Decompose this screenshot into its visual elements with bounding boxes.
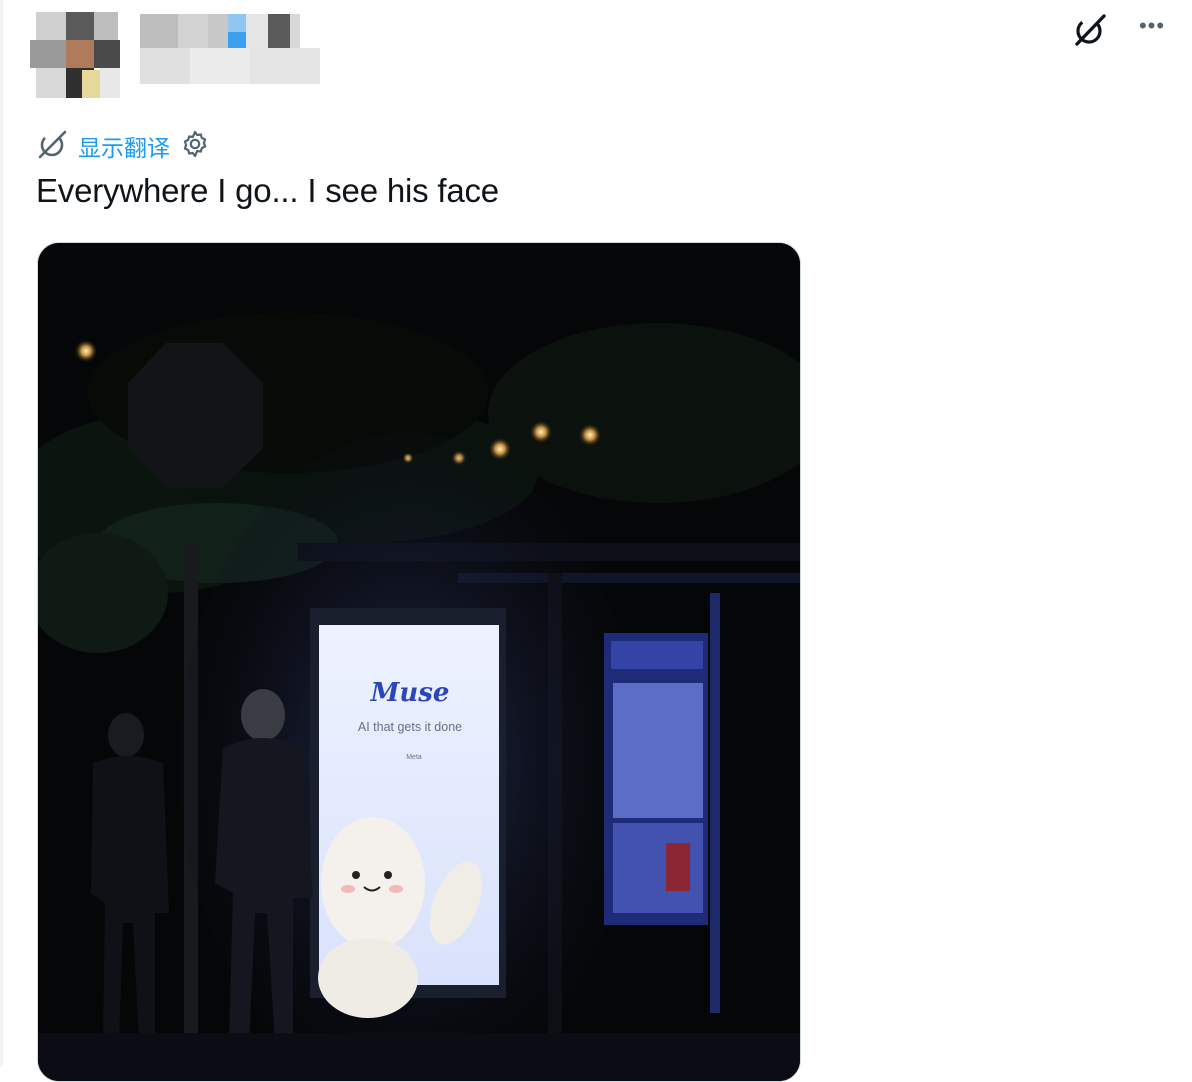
tweet-photo[interactable]: Muse AI that gets it done Meta (37, 242, 801, 1082)
ad-sponsor: Meta (406, 754, 422, 761)
ad-brand: Muse (370, 678, 450, 708)
tweet-header: ••• (0, 0, 1192, 110)
tweet-text: Everywhere I go... I see his face (36, 172, 499, 209)
show-translation-link[interactable]: 显示翻译 (78, 129, 170, 163)
ad-tagline: AI that gets it done (358, 720, 462, 734)
translate-icon (36, 128, 68, 165)
translate-row: 显示翻译 (36, 128, 210, 164)
more-icon[interactable]: ••• (1132, 10, 1172, 50)
settings-gear-icon[interactable] (180, 129, 210, 164)
avatar[interactable] (30, 8, 122, 108)
grok-icon[interactable] (1070, 10, 1110, 50)
user-name[interactable] (118, 8, 323, 90)
stop-sign (128, 343, 263, 488)
timeline-border (0, 0, 3, 1066)
